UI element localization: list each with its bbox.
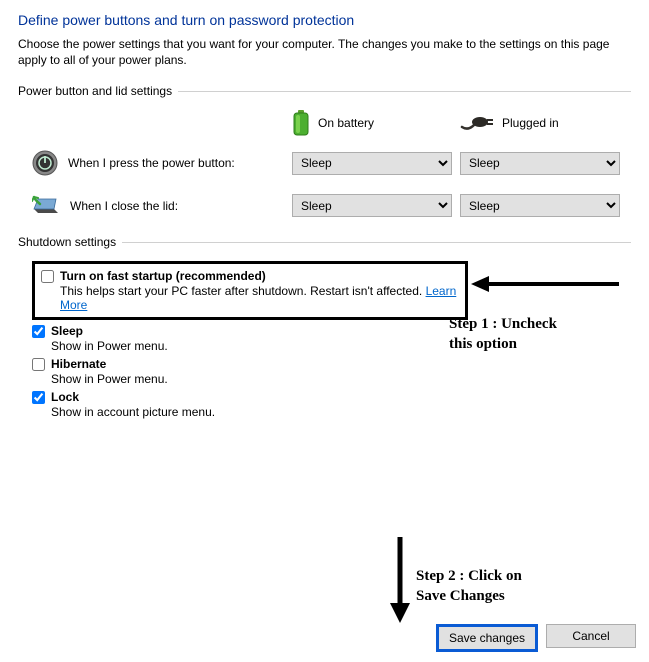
annotation-text-step2: Step 2 : Click on Save Changes [416,567,522,606]
power-button-plugged-select[interactable]: Sleep [460,152,620,175]
save-changes-button[interactable]: Save changes [436,624,538,652]
hibernate-label: Hibernate [51,357,106,371]
divider [122,242,631,243]
lock-checkbox[interactable] [32,391,45,404]
divider [178,91,631,92]
sleep-label: Sleep [51,324,83,338]
power-button-battery-select[interactable]: Sleep [292,152,452,175]
close-lid-plugged-select[interactable]: Sleep [460,194,620,217]
column-plugged-in-label: Plugged in [502,116,559,130]
section-shutdown-header: Shutdown settings [18,235,631,249]
lock-sub: Show in account picture menu. [51,405,631,419]
hibernate-sub: Show in Power menu. [51,372,631,386]
column-on-battery: On battery [292,110,452,136]
sleep-checkbox[interactable] [32,325,45,338]
cancel-button[interactable]: Cancel [546,624,636,648]
fast-startup-highlight: Turn on fast startup (recommended) This … [32,261,468,320]
close-lid-row-label: When I close the lid: [70,199,178,213]
battery-icon [292,110,310,136]
section-power-lid-header: Power button and lid settings [18,84,631,98]
section-power-lid-label: Power button and lid settings [18,84,172,98]
lock-label: Lock [51,390,79,404]
power-button-row-label: When I press the power button: [68,156,235,170]
column-on-battery-label: On battery [318,116,374,130]
hibernate-checkbox[interactable] [32,358,45,371]
plug-icon [460,113,494,133]
section-shutdown-label: Shutdown settings [18,235,116,249]
fast-startup-checkbox[interactable] [41,270,54,283]
page-description: Choose the power settings that you want … [18,36,631,68]
annotation-text-step1: Step 1 : Uncheck this option [449,315,557,354]
column-plugged-in: Plugged in [460,113,620,133]
power-button-icon [32,150,58,176]
annotation-arrow-step1 [471,274,621,297]
close-lid-battery-select[interactable]: Sleep [292,194,452,217]
fast-startup-label: Turn on fast startup (recommended) [60,269,266,283]
page-title: Define power buttons and turn on passwor… [18,12,631,28]
lid-icon [32,195,60,217]
fast-startup-sub: This helps start your PC faster after sh… [60,284,459,312]
annotation-arrow-step2 [380,535,420,628]
